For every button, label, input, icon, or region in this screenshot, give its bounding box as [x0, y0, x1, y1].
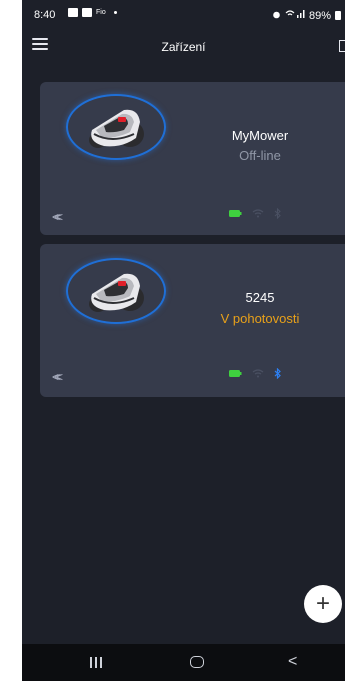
battery-percent: 89% — [308, 9, 331, 22]
more-notifications-dot-icon — [113, 11, 117, 14]
wifi-icon — [252, 369, 264, 378]
device-status: Off-line — [239, 148, 281, 163]
recent-apps-icon[interactable] — [90, 657, 102, 668]
connectivity-icons — [229, 368, 281, 379]
home-icon[interactable] — [190, 656, 204, 668]
triple-chevron-left-icon[interactable]: <<< — [52, 210, 63, 224]
robot-mower-icon — [89, 273, 144, 312]
triple-chevron-left-icon[interactable]: <<< — [52, 370, 63, 384]
wifi-icon — [252, 209, 264, 218]
wifi-signal-icon — [285, 9, 305, 22]
app-bar: Zařízení — [22, 28, 345, 68]
youtube-notification-icon — [82, 8, 92, 17]
gallery-notification-icon — [68, 8, 78, 17]
battery-icon — [335, 11, 341, 20]
device-status: V pohotovosti — [220, 311, 300, 326]
back-icon[interactable]: < — [288, 653, 297, 671]
page-title: Zařízení — [161, 40, 206, 54]
system-nav-bar: < — [22, 644, 345, 681]
app-screen: 8:40 Fio 89% Zařízení MyMower Off-line <… — [22, 0, 345, 681]
bluetooth-icon — [274, 368, 281, 379]
bluetooth-icon — [274, 208, 281, 219]
device-card-mymower[interactable]: MyMower Off-line <<< — [40, 82, 345, 235]
system-status-icons: 89% — [272, 9, 341, 22]
device-avatar-ring — [66, 94, 166, 160]
device-name: 5245 — [245, 290, 275, 305]
robot-mower-icon — [89, 109, 144, 148]
status-time: 8:40 — [34, 9, 56, 21]
alarm-icon — [272, 10, 281, 22]
notification-icons: Fio — [68, 8, 117, 17]
connectivity-icons — [229, 208, 281, 219]
scan-frame-icon[interactable] — [339, 40, 345, 52]
fio-notification-label: Fio — [96, 9, 106, 16]
device-avatar-ring — [66, 258, 166, 324]
battery-icon — [229, 370, 242, 377]
add-device-button[interactable]: + — [304, 585, 342, 623]
battery-icon — [229, 210, 242, 217]
device-card-5245[interactable]: 5245 V pohotovosti <<< — [40, 244, 345, 397]
device-name: MyMower — [231, 128, 289, 143]
status-bar: 8:40 Fio 89% — [22, 0, 345, 28]
